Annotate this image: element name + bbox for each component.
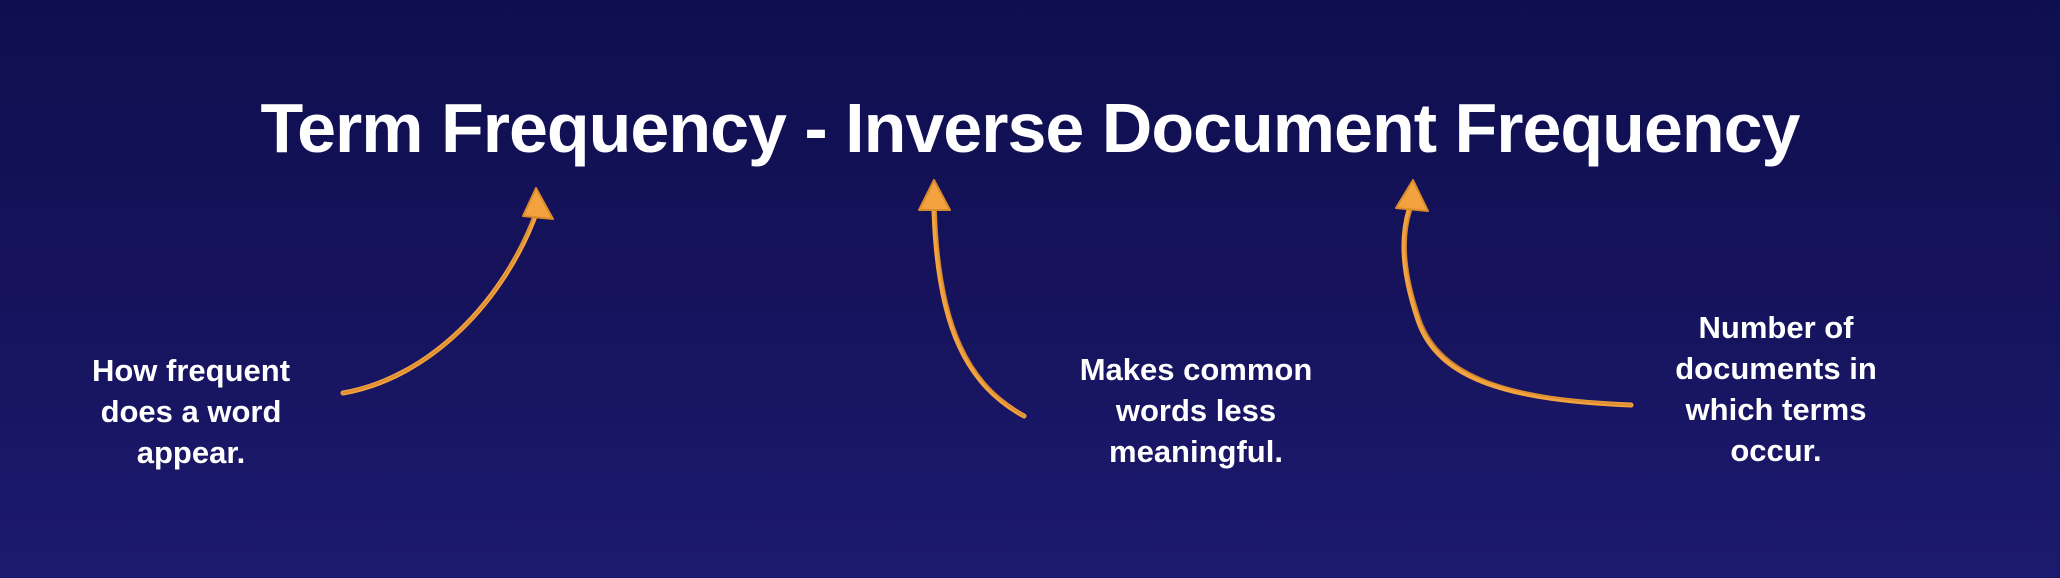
caption-line: documents in — [1675, 351, 1877, 386]
slide: Term Frequency - Inverse Document Freque… — [0, 0, 2060, 578]
caption-line: which terms — [1685, 392, 1867, 427]
caption-line: does a word — [100, 394, 282, 429]
caption-line: appear. — [136, 435, 246, 470]
caption-line: Number of — [1698, 310, 1854, 345]
tf-arrow-icon — [340, 187, 554, 396]
document-frequency-caption: Number of documents in which terms occur… — [1646, 307, 1906, 471]
df-arrow-icon — [1395, 179, 1634, 408]
caption-line: meaningful. — [1109, 434, 1283, 469]
inverse-caption: Makes common words less meaningful. — [1031, 349, 1361, 472]
caption-line: How frequent — [91, 353, 291, 388]
term-frequency-caption: How frequent does a word appear. — [66, 350, 316, 473]
idf-arrow-icon — [918, 179, 1027, 419]
annotation-arrows — [340, 179, 1634, 419]
caption-line: occur. — [1730, 433, 1822, 468]
caption-line: Makes common — [1079, 352, 1313, 387]
caption-line: words less — [1115, 393, 1277, 428]
